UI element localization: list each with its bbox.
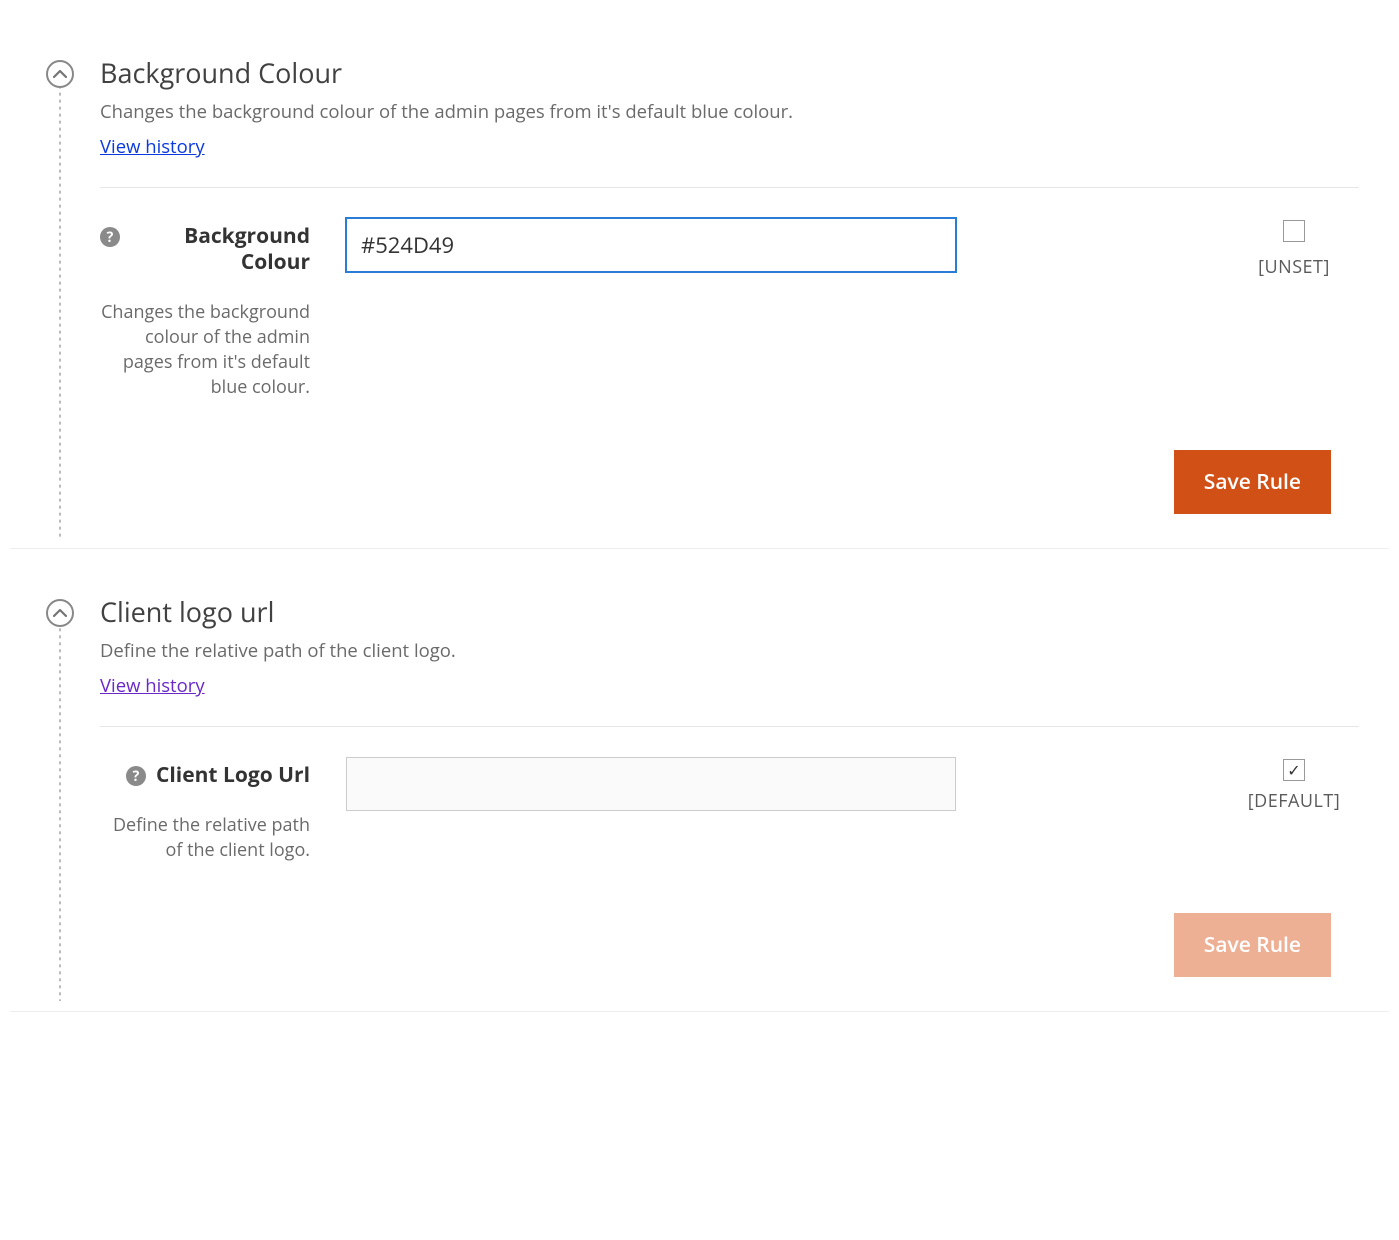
field-description: Define the relative path of the client l… [100, 813, 310, 863]
help-icon[interactable]: ? [126, 766, 146, 786]
field-description: Changes the background colour of the adm… [100, 300, 310, 401]
view-history-link[interactable]: View history [100, 673, 205, 698]
chevron-up-icon [53, 608, 67, 618]
section-description: Define the relative path of the client l… [100, 638, 1359, 663]
help-icon[interactable]: ? [100, 227, 120, 247]
collapse-toggle-icon[interactable] [46, 60, 74, 88]
chevron-up-icon [53, 69, 67, 79]
section-title: Background Colour [100, 54, 1359, 91]
section-client-logo-url: Client logo url Define the relative path… [10, 549, 1389, 1012]
section-description: Changes the background colour of the adm… [100, 99, 1359, 124]
field-label: Background Colour [130, 223, 310, 276]
collapse-toggle-icon[interactable] [46, 599, 74, 627]
view-history-link[interactable]: View history [100, 134, 205, 159]
client-logo-url-input[interactable] [346, 757, 956, 811]
background-colour-input[interactable] [346, 218, 956, 272]
status-label: [UNSET] [1229, 255, 1359, 279]
section-timeline-line [59, 88, 61, 538]
status-label: [DEFAULT] [1229, 789, 1359, 813]
save-rule-button: Save Rule [1174, 913, 1331, 977]
section-title: Client logo url [100, 593, 1359, 630]
form-row-background-colour: ? Background Colour Changes the backgrou… [100, 188, 1359, 400]
section-timeline-line [59, 627, 61, 1001]
save-rule-button[interactable]: Save Rule [1174, 450, 1331, 514]
section-background-colour: Background Colour Changes the background… [10, 10, 1389, 549]
form-row-client-logo-url: ? Client Logo Url Define the relative pa… [100, 727, 1359, 863]
unset-checkbox[interactable] [1283, 220, 1305, 242]
field-label: Client Logo Url [156, 762, 310, 788]
default-checkbox[interactable] [1283, 759, 1305, 781]
